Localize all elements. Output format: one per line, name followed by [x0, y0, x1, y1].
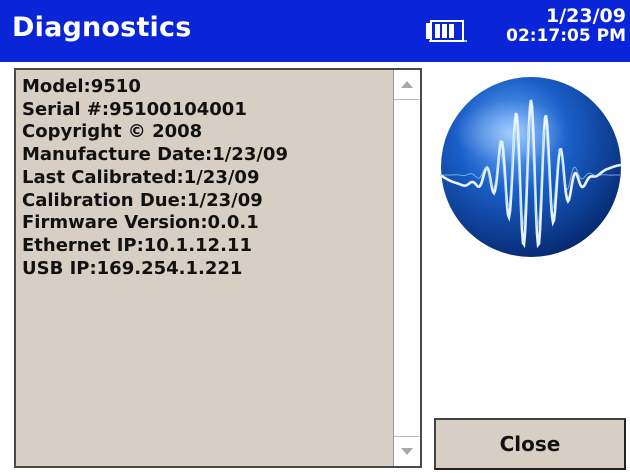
info-line-serial: Serial #:95100104001 — [22, 98, 247, 120]
title-bar: Diagnostics 1/23/09 02:17:05 PM — [0, 0, 630, 62]
scroll-up-button[interactable] — [394, 70, 419, 100]
clock-date: 1/23/09 — [546, 5, 626, 27]
info-line-ethernet-ip: Ethernet IP:10.1.12.11 — [22, 234, 252, 256]
scroll-up-arrow-icon — [400, 81, 413, 88]
scroll-down-arrow-icon — [400, 448, 413, 455]
info-line-firmware-version: Firmware Version:0.0.1 — [22, 212, 259, 234]
info-line-calibration-due: Calibration Due:1/23/09 — [22, 189, 263, 211]
window-title: Diagnostics — [12, 12, 192, 43]
waveform-globe-logo — [440, 77, 622, 257]
diagnostics-info-list[interactable]: Model:9510 Serial #:95100104001 Copyrigh… — [14, 68, 422, 468]
info-line-last-calibrated: Last Calibrated:1/23/09 — [22, 166, 260, 188]
info-line-copyright: Copyright © 2008 — [22, 121, 203, 143]
vertical-scrollbar[interactable] — [393, 70, 420, 466]
clock: 1/23/09 02:17:05 PM — [506, 6, 626, 46]
info-line-model: Model:9510 — [22, 76, 141, 97]
info-line-manufacture-date: Manufacture Date:1/23/09 — [22, 144, 288, 166]
battery-icon — [426, 20, 467, 42]
info-text-block: Model:9510 Serial #:95100104001 Copyrigh… — [22, 76, 390, 280]
close-button[interactable]: Close — [434, 418, 626, 470]
info-line-usb-ip: USB IP:169.254.1.221 — [22, 257, 243, 279]
scroll-down-button[interactable] — [394, 436, 419, 466]
clock-time: 02:17:05 PM — [506, 26, 626, 46]
